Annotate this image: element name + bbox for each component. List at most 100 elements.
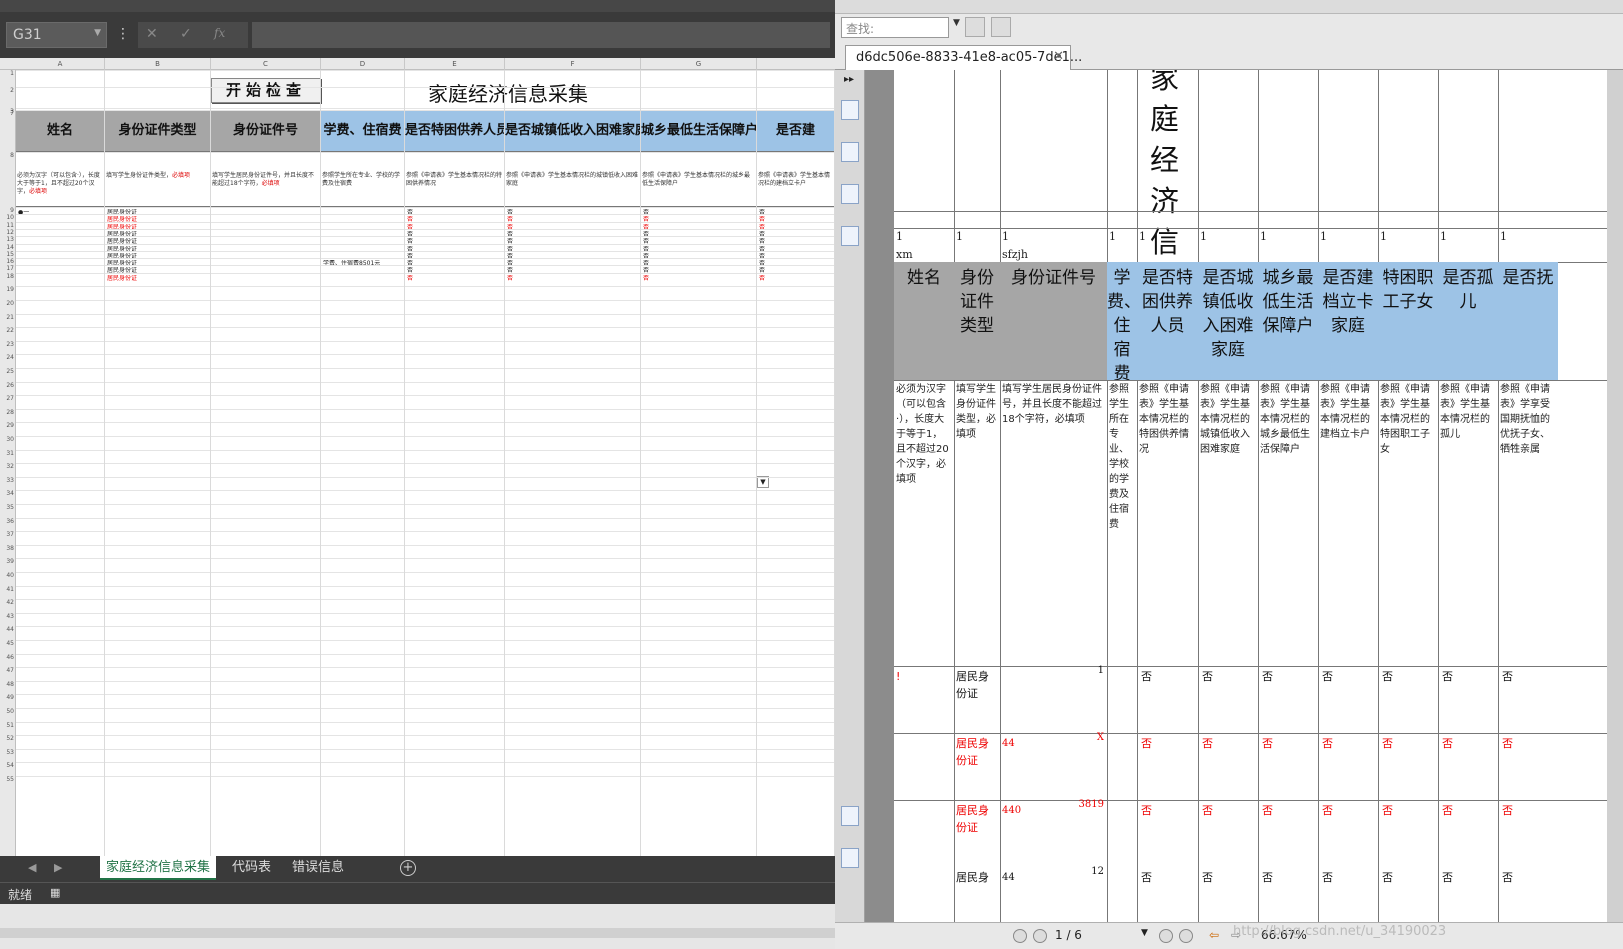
row-number[interactable]: 9 (0, 207, 15, 214)
row-number[interactable]: 27 (0, 395, 15, 402)
pages-icon[interactable] (841, 142, 859, 162)
start-check-button[interactable]: 开始检查 (211, 78, 321, 103)
row-number[interactable]: 44 (0, 626, 15, 633)
table-cell[interactable] (18, 275, 104, 282)
cell-dropdown-button[interactable]: ▼ (757, 476, 769, 488)
column-header[interactable]: A (16, 58, 105, 70)
row-number[interactable]: 40 (0, 572, 15, 579)
horizontal-scrollbar[interactable] (0, 928, 835, 938)
row-number[interactable]: 54 (0, 762, 15, 769)
row-number[interactable]: 48 (0, 681, 15, 688)
prev-page-icon[interactable] (1033, 929, 1047, 943)
row-number[interactable]: 52 (0, 735, 15, 742)
row-number[interactable]: 24 (0, 354, 15, 361)
sheet-tab-family[interactable]: 家庭经济信息采集 (100, 856, 217, 880)
first-page-icon[interactable] (1013, 929, 1027, 943)
row-number[interactable]: 11 (0, 222, 15, 229)
row-number[interactable]: 35 (0, 504, 15, 511)
pdf-page-view[interactable]: 家庭经济信息采集 11111111111xmsfzjh姓名身份证件类型身份证件号… (865, 70, 1623, 922)
table-cell[interactable]: 否 (759, 275, 834, 282)
attachments-icon[interactable] (841, 848, 859, 868)
formula-input[interactable] (252, 22, 830, 48)
table-cell[interactable]: 居民身份证 (107, 275, 210, 282)
row-number[interactable]: 38 (0, 545, 15, 552)
column-header[interactable]: F (505, 58, 641, 70)
last-page-icon[interactable] (1179, 929, 1193, 943)
row-number[interactable]: 26 (0, 382, 15, 389)
row-number[interactable]: 15 (0, 251, 15, 258)
row-number[interactable]: 47 (0, 667, 15, 674)
row-number[interactable]: 13 (0, 236, 15, 243)
row-number[interactable]: 17 (0, 265, 15, 272)
row-number[interactable]: 46 (0, 654, 15, 661)
fx-icon[interactable]: fx (214, 26, 225, 40)
chevron-down-icon[interactable]: ▼ (1141, 928, 1148, 938)
table-cell[interactable]: 否 (507, 275, 640, 282)
row-number[interactable]: 25 (0, 368, 15, 375)
row-number[interactable]: 2 (0, 87, 15, 94)
row-number[interactable]: 33 (0, 477, 15, 484)
row-number[interactable]: 43 (0, 613, 15, 620)
row-number[interactable]: 1 (0, 70, 15, 77)
row-number[interactable]: 53 (0, 749, 15, 756)
row-number[interactable]: 19 (0, 286, 15, 293)
document-tab[interactable]: d6dc506e-8833-41e8-ac05-7de1... ✕ (845, 45, 1082, 70)
row-number[interactable]: 21 (0, 314, 15, 321)
table-cell[interactable]: 否 (407, 275, 504, 282)
collapse-sidebar-icon[interactable]: ▸▸ (844, 74, 854, 85)
row-number[interactable]: 10 (0, 214, 15, 221)
row-number[interactable]: 39 (0, 558, 15, 565)
column-header[interactable]: D (321, 58, 405, 70)
row-number[interactable]: 51 (0, 722, 15, 729)
layers-icon[interactable] (841, 226, 859, 246)
more-options-icon[interactable]: ⋮ (116, 26, 130, 42)
table-cell[interactable] (213, 275, 320, 282)
row-number[interactable]: 8 (0, 152, 15, 159)
row-number[interactable]: 29 (0, 422, 15, 429)
row-number[interactable]: 34 (0, 490, 15, 497)
bookmarks-icon[interactable] (841, 100, 859, 120)
table-cell[interactable]: 否 (643, 275, 756, 282)
comments-icon[interactable] (841, 806, 859, 826)
page-indicator[interactable]: 1 / 6 (1055, 928, 1082, 942)
row-number[interactable]: 41 (0, 586, 15, 593)
next-page-icon[interactable] (1159, 929, 1173, 943)
column-header[interactable]: G (641, 58, 757, 70)
row-number[interactable]: 32 (0, 463, 15, 470)
prev-sheet-icon[interactable]: ◀ (28, 861, 36, 874)
chevron-down-icon[interactable]: ▼ (94, 28, 101, 38)
search-input[interactable]: 查找: (841, 17, 949, 38)
row-number[interactable]: 55 (0, 776, 15, 783)
row-number[interactable]: 31 (0, 450, 15, 457)
add-sheet-icon[interactable]: + (400, 860, 416, 876)
next-sheet-icon[interactable]: ▶ (54, 861, 62, 874)
close-icon[interactable]: ✕ (1053, 49, 1064, 64)
column-header[interactable]: C (211, 58, 321, 70)
confirm-icon[interactable]: ✓ (180, 26, 192, 42)
row-number[interactable]: 30 (0, 436, 15, 443)
sheet-tab-codes[interactable]: 代码表 (226, 856, 277, 880)
annotations-icon[interactable] (841, 184, 859, 204)
table-cell[interactable] (323, 275, 404, 282)
find-next-icon[interactable] (991, 17, 1011, 37)
row-number[interactable]: 22 (0, 327, 15, 334)
cancel-icon[interactable]: ✕ (146, 26, 158, 42)
row-number[interactable]: 7 (0, 110, 15, 117)
row-number[interactable]: 45 (0, 640, 15, 647)
column-header[interactable]: E (405, 58, 505, 70)
name-box[interactable]: G31 ▼ (6, 22, 107, 48)
row-number[interactable]: 49 (0, 694, 15, 701)
worksheet-grid[interactable]: 开始检查 家庭经济信息采集 姓名 身份证件类型 身份证件号 学费、住宿费 是否特困供养人… (16, 70, 835, 856)
chevron-down-icon[interactable]: ▼ (953, 18, 960, 28)
row-number[interactable]: 20 (0, 300, 15, 307)
row-number[interactable]: 36 (0, 518, 15, 525)
row-number[interactable]: 23 (0, 341, 15, 348)
row-number[interactable]: 18 (0, 273, 15, 280)
sheet-tab-errors[interactable]: 错误信息 (286, 856, 350, 880)
column-header[interactable]: B (105, 58, 211, 70)
row-number[interactable]: 12 (0, 229, 15, 236)
macro-record-icon[interactable]: ▦ (50, 886, 60, 899)
row-number[interactable]: 37 (0, 531, 15, 538)
vertical-scrollbar[interactable] (1607, 70, 1623, 922)
find-previous-icon[interactable] (965, 17, 985, 37)
